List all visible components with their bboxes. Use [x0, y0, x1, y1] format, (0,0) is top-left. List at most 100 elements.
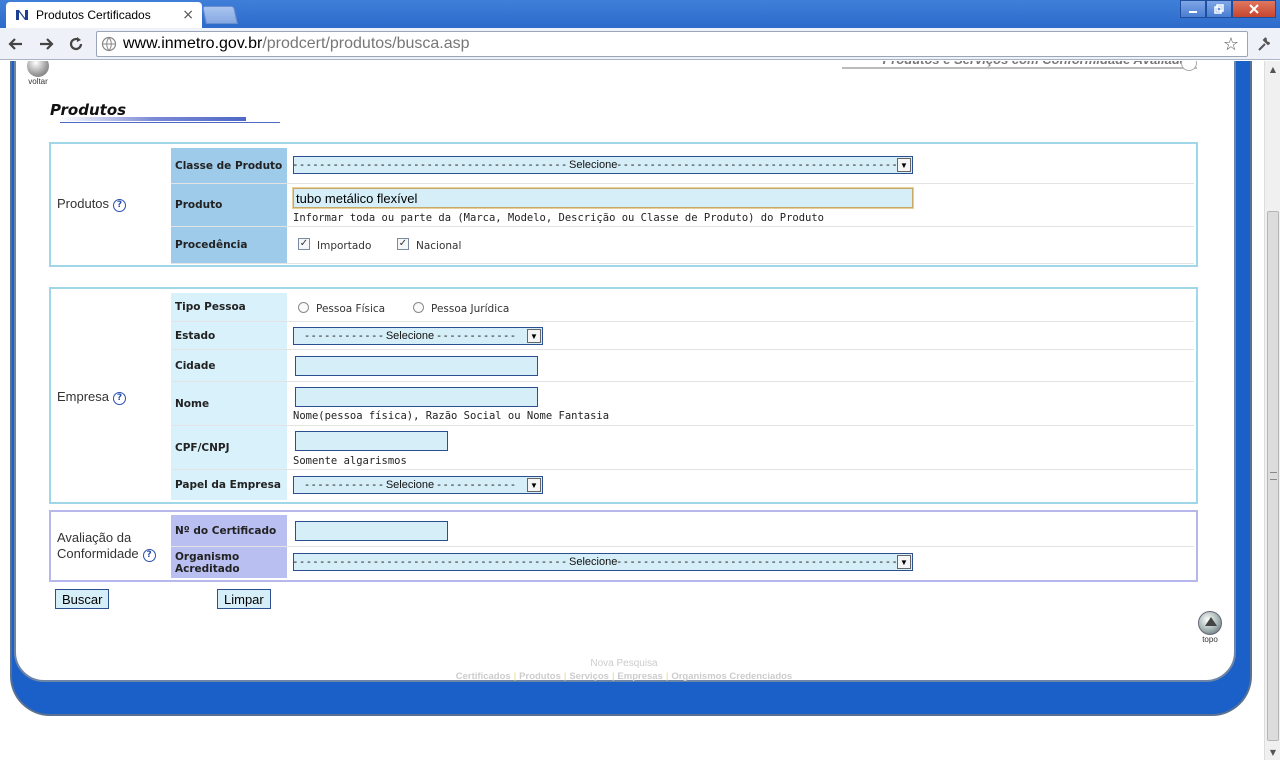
organismo-select-value: - - - - - - - - - - - - - - - - - - - - …: [293, 556, 910, 568]
topo-button[interactable]: topo: [1197, 611, 1223, 644]
tab-close-icon[interactable]: ×: [182, 7, 194, 23]
cpf-label: CPF/CNPJ: [171, 426, 287, 469]
estado-select[interactable]: - - - - - - - - - - - - Selecione - - - …: [293, 327, 543, 345]
buscar-button[interactable]: Buscar: [55, 589, 110, 609]
topo-label: topo: [1202, 635, 1218, 644]
browser-toolbar: www.inmetro.gov.br/prodcert/produtos/bus…: [0, 28, 1280, 60]
certificado-label: Nº do Certificado: [171, 515, 287, 546]
maximize-button[interactable]: [1206, 0, 1232, 18]
certificado-input[interactable]: [295, 521, 448, 541]
cpf-row: CPF/CNPJ Somente algarismos: [171, 426, 1194, 470]
nacional-checkbox[interactable]: ✓: [397, 238, 409, 250]
pessoa-juridica-radio[interactable]: [413, 302, 424, 313]
pessoa-juridica-label: Pessoa Jurídica: [431, 303, 510, 315]
footer-link-empresas[interactable]: Empresas: [617, 671, 662, 682]
url-text: www.inmetro.gov.br/prodcert/produtos/bus…: [123, 35, 470, 53]
reload-button[interactable]: [62, 30, 90, 58]
avaliacao-help-icon[interactable]: ?: [142, 549, 156, 562]
produto-hint: Informar toda ou parte da (Marca, Modelo…: [293, 212, 825, 224]
close-window-button[interactable]: [1232, 0, 1276, 18]
classe-select-value: - - - - - - - - - - - - - - - - - - - - …: [293, 159, 910, 171]
reload-icon: [69, 36, 83, 50]
produto-input[interactable]: tubo metálico flexível: [292, 187, 914, 209]
footer-separator: |: [513, 671, 517, 682]
pessoa-fisica-radio[interactable]: [298, 302, 309, 313]
nome-row: Nome Nome(pessoa física), Razão Social o…: [171, 382, 1194, 426]
footer-separator: |: [611, 671, 615, 682]
cidade-input[interactable]: [295, 356, 538, 376]
back-button[interactable]: [2, 30, 30, 58]
produtos-section: Produtos? Classe de Produto - - - - - - …: [49, 142, 1198, 267]
produto-label: Produto: [171, 184, 287, 226]
new-tab-button[interactable]: [202, 6, 238, 24]
footer-title[interactable]: Nova Pesquisa: [420, 658, 828, 669]
minimize-button[interactable]: [1180, 0, 1206, 18]
bookmark-star-icon[interactable]: ☆: [1223, 34, 1239, 55]
scroll-up-icon[interactable]: ▲: [1265, 61, 1280, 77]
restore-icon: [1214, 4, 1224, 14]
empresa-section-label: Empresa?: [57, 389, 127, 405]
estado-label: Estado: [171, 322, 287, 349]
page-icon: [101, 36, 117, 52]
back-circle-icon: [27, 61, 49, 77]
nome-label: Nome: [171, 382, 287, 425]
empresa-section: Empresa? Tipo Pessoa Pessoa Física Pesso…: [49, 287, 1198, 504]
chevron-down-icon: ▼: [897, 158, 911, 172]
address-bar[interactable]: www.inmetro.gov.br/prodcert/produtos/bus…: [96, 31, 1248, 57]
close-icon: [1249, 4, 1259, 14]
importado-label: Importado: [317, 240, 372, 252]
voltar-button[interactable]: voltar: [26, 61, 50, 86]
estado-select-value: - - - - - - - - - - - - Selecione - - - …: [305, 330, 515, 342]
url-path: /prodcert/produtos/busca.asp: [262, 35, 470, 52]
footer-separator: |: [563, 671, 567, 682]
avaliacao-section: Avaliação da Conformidade? Nº do Certifi…: [49, 510, 1198, 582]
inmetro-favicon-icon: [14, 7, 30, 23]
browser-tab[interactable]: Produtos Certificados ×: [6, 2, 202, 28]
avaliacao-section-title-line1: Avaliação da: [57, 530, 132, 545]
classe-select[interactable]: - - - - - - - - - - - - - - - - - - - - …: [293, 156, 913, 174]
url-host: www.inmetro.gov.br: [123, 35, 263, 52]
footer: Nova Pesquisa Certificados | Produtos | Serv…: [420, 658, 828, 682]
footer-link-certificados[interactable]: Certificados: [456, 671, 511, 682]
nome-input[interactable]: [295, 387, 538, 407]
papel-select[interactable]: - - - - - - - - - - - - Selecione - - - …: [293, 476, 543, 494]
wrench-menu-icon[interactable]: [1252, 32, 1276, 56]
cpf-hint: Somente algarismos: [293, 455, 407, 467]
scroll-thumb[interactable]: [1267, 211, 1279, 741]
produtos-section-title: Produtos: [57, 196, 110, 211]
papel-label: Papel da Empresa: [171, 470, 287, 500]
scroll-down-icon[interactable]: ▼: [1265, 744, 1280, 760]
certificado-row: Nº do Certificado: [171, 515, 1194, 547]
organismo-row: Organismo Acreditado - - - - - - - - - -…: [171, 547, 1194, 578]
chevron-down-icon: ▼: [527, 478, 541, 492]
forward-button[interactable]: [32, 30, 60, 58]
footer-link-produtos[interactable]: Produtos: [519, 671, 561, 682]
tipo-pessoa-row: Tipo Pessoa Pessoa Física Pessoa Jurídic…: [171, 293, 1194, 322]
tab-title: Produtos Certificados: [36, 8, 151, 22]
estado-row: Estado - - - - - - - - - - - - Selecione…: [171, 322, 1194, 350]
window-titlebar: Produtos Certificados ×: [0, 0, 1280, 28]
empresa-section-title: Empresa: [57, 389, 110, 404]
produto-row: Produto tubo metálico flexível Informar …: [171, 184, 1194, 227]
avaliacao-section-label: Avaliação da Conformidade?: [57, 530, 156, 562]
produtos-help-icon[interactable]: ?: [113, 199, 127, 212]
vertical-scrollbar[interactable]: ▲ ▼: [1264, 61, 1280, 760]
footer-link-servicos[interactable]: Serviços: [569, 671, 609, 682]
forward-arrow-icon: [40, 37, 54, 50]
importado-checkbox[interactable]: ✓: [298, 238, 310, 250]
chevron-down-icon: ▼: [527, 329, 541, 343]
cpf-input[interactable]: [295, 431, 448, 451]
avaliacao-section-title-line2: Conformidade: [57, 546, 139, 561]
back-arrow-icon: [8, 37, 22, 50]
classe-row: Classe de Produto - - - - - - - - - - - …: [171, 148, 1194, 184]
page-viewport: voltar Produtos e Serviços com Conformid…: [0, 61, 1264, 760]
limpar-button[interactable]: Limpar: [217, 589, 271, 609]
cidade-row: Cidade: [171, 350, 1194, 382]
papel-select-value: - - - - - - - - - - - - Selecione - - - …: [305, 479, 515, 491]
organismo-select[interactable]: - - - - - - - - - - - - - - - - - - - - …: [293, 553, 913, 571]
footer-link-organismos[interactable]: Organismos Credenciados: [671, 671, 792, 682]
procedencia-label: Procedência: [171, 227, 287, 263]
footer-separator: |: [665, 671, 669, 682]
minimize-icon: [1189, 11, 1197, 13]
empresa-help-icon[interactable]: ?: [113, 392, 127, 405]
